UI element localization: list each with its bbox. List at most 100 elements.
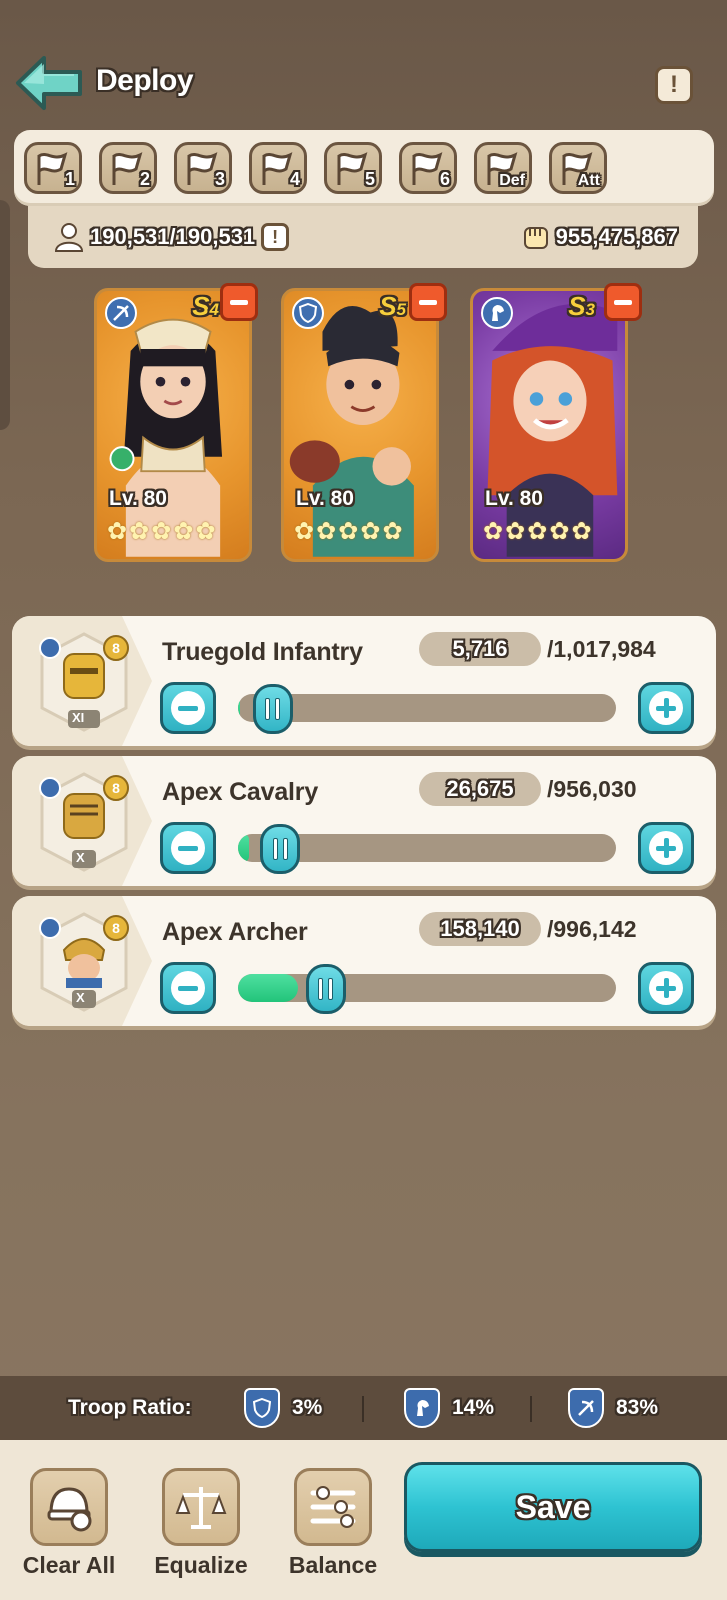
svg-text:8: 8 <box>112 640 120 656</box>
decrease-button[interactable] <box>160 822 216 874</box>
troop-slider[interactable] <box>238 974 616 1002</box>
troop-name: Truegold Infantry <box>162 638 363 666</box>
fist-icon <box>523 227 548 249</box>
shield-icon <box>244 1388 280 1428</box>
preset-label: Def <box>499 172 525 189</box>
hero-level: Lv. 80 <box>109 487 167 510</box>
troop-row-infantry: 8 XI Truegold Infantry 5,716 /1,017,984 <box>12 616 716 746</box>
preset-flag-6[interactable]: 6 <box>399 142 457 194</box>
preset-label: 2 <box>139 169 150 189</box>
infantry-ratio: 3% <box>244 1388 322 1428</box>
plus-icon <box>649 691 683 725</box>
troop-max: /956,030 <box>547 776 637 802</box>
preset-label: 1 <box>64 169 75 189</box>
hero-stars: ✿ ✿ ✿ ✿ ✿ <box>483 518 592 545</box>
sliders-icon <box>294 1468 372 1546</box>
capacity-info-button[interactable]: ! <box>261 223 290 251</box>
helmet-reset-icon <box>30 1468 108 1546</box>
troop-count-input[interactable]: 158,140 <box>419 912 541 946</box>
slider-thumb[interactable] <box>305 964 346 1014</box>
minus-icon <box>171 831 205 865</box>
clear-all-button[interactable]: Clear All <box>4 1468 134 1588</box>
info-button[interactable]: ! <box>655 66 693 104</box>
power-display: 955,475,867 <box>522 222 678 252</box>
page-title: Deploy <box>96 64 194 97</box>
slider-thumb[interactable] <box>260 824 301 874</box>
tier-label: X <box>76 850 85 865</box>
remove-hero-1-button[interactable] <box>220 283 258 321</box>
preset-flag-4[interactable]: 4 <box>249 142 307 194</box>
resource-bar: 190,531/190,531 ! 955,475,867 <box>28 206 698 268</box>
increase-button[interactable] <box>638 962 694 1014</box>
back-arrow-icon <box>16 56 82 110</box>
divider <box>362 1396 364 1422</box>
person-icon <box>54 223 84 252</box>
bow-icon <box>568 1388 604 1428</box>
troop-max: /1,017,984 <box>547 636 656 662</box>
cavalry-ratio-value: 14% <box>452 1396 495 1419</box>
hero-stars: ✿ ✿ ✿ ✿ ✿ <box>107 518 216 545</box>
preset-label: 6 <box>439 169 450 189</box>
preset-flag-3[interactable]: 3 <box>174 142 232 194</box>
troop-count-input[interactable]: 5,716 <box>419 632 541 666</box>
troop-capacity: 190,531/190,531 ! <box>54 222 290 252</box>
preset-label: 5 <box>364 169 375 189</box>
hero-grade: S4 <box>192 291 219 321</box>
equalize-button[interactable]: Equalize <box>136 1468 266 1588</box>
hero-level: Lv. 80 <box>296 487 354 510</box>
preset-panel: 1 2 3 4 5 6 Def Att <box>14 130 714 206</box>
action-bar: Clear All Equalize Balance Save <box>0 1440 727 1600</box>
infantry-ratio-value: 3% <box>292 1396 323 1419</box>
hero-level: Lv. 80 <box>485 487 543 510</box>
archer-ratio: 83% <box>568 1388 658 1428</box>
archer-type-icon <box>105 297 137 329</box>
back-button[interactable] <box>14 54 86 112</box>
horse-type-icon <box>481 297 513 329</box>
hero-stars: ✿ ✿ ✿ ✿ ✿ <box>294 518 403 545</box>
troop-slider[interactable] <box>238 694 616 722</box>
hero-card-1[interactable]: S4 Lv. 80 ✿ ✿ ✿ ✿ ✿ <box>94 288 252 562</box>
preset-label: Att <box>577 172 600 189</box>
minus-icon <box>171 971 205 1005</box>
troop-ratio-bar: Troop Ratio: 3% 14% 83% <box>0 1376 727 1440</box>
preset-flag-att[interactable]: Att <box>549 142 607 194</box>
preset-label: 3 <box>214 169 225 189</box>
preset-label: 4 <box>289 169 300 189</box>
minus-icon <box>171 691 205 725</box>
increase-button[interactable] <box>638 682 694 734</box>
svg-text:8: 8 <box>112 920 120 936</box>
troop-max: /996,142 <box>547 916 637 942</box>
slider-fill <box>238 694 241 722</box>
preset-flag-2[interactable]: 2 <box>99 142 157 194</box>
hero-card-2[interactable]: S5 Lv. 80 ✿ ✿ ✿ ✿ ✿ <box>281 288 439 562</box>
troop-row-archer: 8 X Apex Archer 158,140 /996,142 <box>12 896 716 1026</box>
tier-label: X <box>76 990 85 1005</box>
remove-hero-3-button[interactable] <box>604 283 642 321</box>
hero-grade: S5 <box>379 291 406 321</box>
troop-name: Apex Archer <box>162 918 308 946</box>
slider-fill <box>238 834 249 862</box>
side-tab[interactable] <box>0 200 10 430</box>
troop-ratio-label: Troop Ratio: <box>68 1396 192 1419</box>
hero-card-3[interactable]: S3 Lv. 80 ✿ ✿ ✿ ✿ ✿ <box>470 288 628 562</box>
decrease-button[interactable] <box>160 962 216 1014</box>
cavalry-ratio: 14% <box>404 1388 494 1428</box>
balance-button[interactable]: Balance <box>268 1468 398 1588</box>
troop-name: Apex Cavalry <box>162 778 319 806</box>
preset-flag-1[interactable]: 1 <box>24 142 82 194</box>
troop-capacity-value: 190,531/190,531 <box>90 224 256 249</box>
troop-count-input[interactable]: 26,675 <box>419 772 541 806</box>
power-value: 955,475,867 <box>555 224 678 249</box>
shield-type-icon <box>292 297 324 329</box>
preset-flag-def[interactable]: Def <box>474 142 532 194</box>
archer-ratio-value: 83% <box>616 1396 659 1419</box>
save-button[interactable]: Save <box>404 1462 702 1552</box>
remove-hero-2-button[interactable] <box>409 283 447 321</box>
decrease-button[interactable] <box>160 682 216 734</box>
increase-button[interactable] <box>638 822 694 874</box>
preset-flag-5[interactable]: 5 <box>324 142 382 194</box>
plus-icon <box>649 971 683 1005</box>
header: Deploy ! <box>0 50 727 120</box>
scale-icon <box>162 1468 240 1546</box>
slider-thumb[interactable] <box>252 684 293 734</box>
